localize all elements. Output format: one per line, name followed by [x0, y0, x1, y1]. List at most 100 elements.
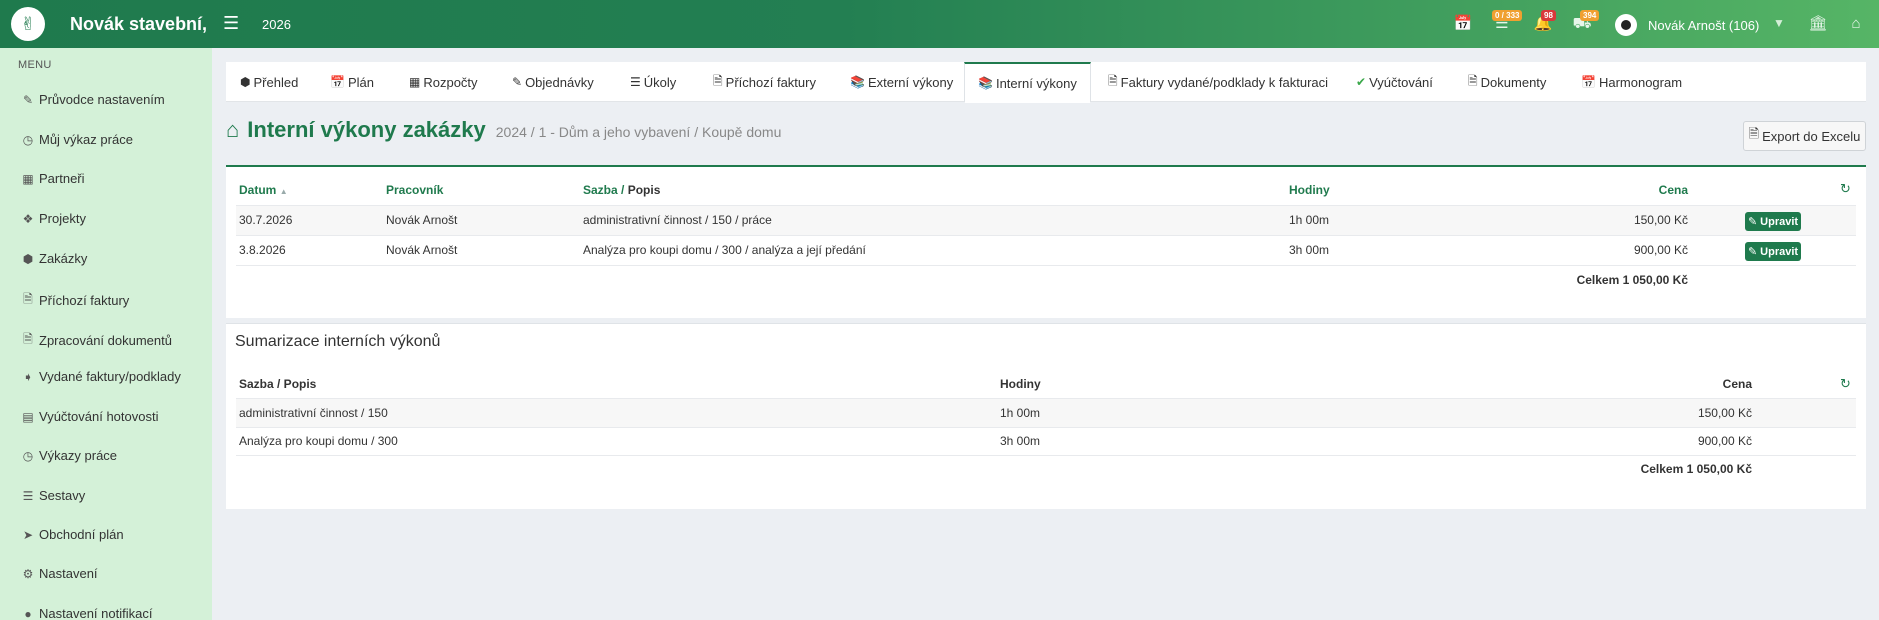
sum-cell-price: 900,00 Kč [1697, 434, 1752, 448]
calendar-icon: 📅 [330, 75, 345, 89]
bank-icon[interactable]: 🏛 [1808, 14, 1828, 34]
sidebar-item-zpracovani-dokumentu[interactable]: 🗎 Zpracování dokumentů [20, 330, 172, 351]
sidebar-item-label: Obchodní plán [39, 527, 124, 542]
tab-bar: ⬢ Přehled 📅 Plán ▦ Rozpočty ✎ Objednávky ☰ Úk… [226, 62, 1866, 103]
sidebar-item-pruvodce[interactable]: ✎ Průvodce nastavením [20, 92, 165, 107]
cell-price: 150,00 Kč [1633, 213, 1688, 227]
sidebar-item-label: Průvodce nastavením [39, 92, 165, 107]
year-selector[interactable]: 2026 [262, 17, 291, 32]
sidebar-item-nastaveni[interactable]: ⚙ Nastavení [20, 566, 98, 581]
menu-label: MENU [18, 59, 52, 71]
sum-cell-description: Analýza pro koupi domu / 300 [239, 434, 398, 448]
tab-prehled[interactable]: ⬢ Přehled [240, 62, 298, 102]
clock-icon: ◷ [22, 132, 34, 147]
sidebar-item-vyuctovani-hotovosti[interactable]: ▤ Vyúčtování hotovosti [20, 409, 158, 424]
sum-col-header-price[interactable]: Cena [1576, 377, 1752, 391]
sidebar: MENU ✎ Průvodce nastavením ◷ Můj výkaz prá… [0, 48, 212, 620]
sidebar-item-partneri[interactable]: ▦ Partneři [20, 171, 85, 186]
brand-name: Novák stavební, [70, 13, 208, 34]
brand[interactable]: ✌ Novák stavební, [0, 0, 212, 48]
sidebar-item-sestavy[interactable]: ☰ Sestavy [20, 488, 86, 503]
document-icon: 🗎 [1468, 73, 1478, 88]
col-header-worker[interactable]: Pracovník [386, 183, 443, 197]
tab-prichozi-faktury[interactable]: 🗎 Příchozí faktury [713, 62, 816, 102]
page-header: ⌂ Interní výkony zakázky 2024 / 1 - Dům … [226, 117, 781, 143]
edit-button[interactable]: ✎ Upravit [1745, 242, 1801, 261]
deliveries-badge: 394 [1580, 10, 1600, 21]
col-header-date[interactable]: Datum ▲ [239, 183, 288, 197]
sum-col-header-rate[interactable]: Sazba / Popis [239, 377, 316, 391]
refresh-icon[interactable]: ↻ [1840, 376, 1851, 392]
sidebar-item-obchodni-plan[interactable]: ➤ Obchodní plán [20, 527, 124, 542]
sum-col-header-hours[interactable]: Hodiny [1000, 377, 1041, 391]
invoice-icon: 🗎 [713, 73, 723, 88]
col-header-hours[interactable]: Hodiny [1289, 183, 1330, 197]
cell-description: Analýza pro koupi domu / 300 / analýza a… [583, 243, 866, 257]
sidebar-item-label: Výkazy práce [39, 448, 118, 463]
chart-icon: ☰ [22, 488, 34, 503]
tab-plan[interactable]: 📅 Plán [330, 62, 374, 102]
summary-panel: Sumarizace interních výkonů Sazba / Popi… [226, 323, 1866, 509]
page-title: Interní výkony zakázky [247, 117, 486, 142]
top-bar: ✌ Novák stavební, ☰ 2026 📅 ☰ 0 / 333 🔔 9… [0, 0, 1879, 48]
truck-icon[interactable]: ⛟ 394 [1572, 10, 1600, 34]
list-icon: ☰ [630, 75, 641, 89]
cell-description: administrativní činnost / 150 / práce [583, 213, 772, 227]
user-menu[interactable]: Novák Arnošt (106) [1615, 14, 1759, 36]
tab-externi-vykony[interactable]: 📚 Externí výkony [850, 62, 953, 102]
summary-total: Celkem 1 050,00 Kč [1640, 462, 1752, 476]
sum-cell-hours: 3h 00m [1000, 434, 1041, 448]
pencil-icon: ✎ [1747, 246, 1758, 258]
internal-work-table: Datum ▲ Pracovník Sazba / Popis Hodiny C… [226, 165, 1866, 318]
tasks-badge: 0 / 333 [1492, 10, 1523, 21]
sidebar-item-muj-vykaz[interactable]: ◷ Můj výkaz práce [20, 132, 133, 147]
sort-asc-icon: ▲ [279, 187, 288, 196]
avatar [1615, 14, 1637, 36]
tab-harmonogram[interactable]: 📅 Harmonogram [1581, 62, 1682, 102]
table-total: Celkem 1 050,00 Kč [1576, 273, 1688, 287]
divider [236, 235, 1856, 236]
sidebar-item-nastaveni-notifikaci[interactable]: ● Nastavení notifikací [20, 606, 152, 620]
cube-icon: ⬢ [22, 251, 34, 266]
tab-dokumenty[interactable]: 🗎 Dokumenty [1468, 62, 1546, 102]
sidebar-item-label: Příchozí faktury [39, 293, 130, 308]
sidebar-item-vydane-faktury[interactable]: ➧ Vydané faktury/podklady [20, 369, 181, 384]
chevron-down-icon[interactable]: ▼ [1773, 16, 1785, 30]
bell-icon[interactable]: 🔔 98 [1533, 10, 1556, 34]
edit-button[interactable]: ✎ Upravit [1745, 212, 1801, 231]
sidebar-item-label: Partneři [39, 171, 85, 186]
tab-ukoly[interactable]: ☰ Úkoly [630, 62, 676, 102]
sidebar-item-label: Vydané faktury/podklady [39, 369, 181, 384]
col-header-price[interactable]: Cena [1526, 183, 1688, 197]
sidebar-item-label: Vyúčtování hotovosti [39, 409, 159, 424]
cube-icon: ⬢ [240, 75, 251, 89]
tab-faktury-vydane[interactable]: 🗎 Faktury vydané/podklady k fakturaci [1108, 62, 1328, 102]
cogs-icon: ⚙ [22, 566, 34, 581]
cell-hours: 1h 00m [1289, 213, 1330, 227]
sidebar-item-projekty[interactable]: ❖ Projekty [20, 211, 86, 226]
home-icon[interactable]: ⌂ [1846, 14, 1866, 34]
tab-interni-vykony[interactable]: 📚 Interní výkony [964, 62, 1091, 103]
refresh-icon[interactable]: ↻ [1840, 181, 1851, 197]
building-icon: ▦ [22, 171, 34, 186]
tab-rozpocty[interactable]: ▦ Rozpočty [409, 62, 478, 102]
pencil-icon: ✎ [22, 92, 34, 107]
cell-date: 30.7.2026 [239, 213, 293, 227]
cell-worker: Novák Arnošt [386, 243, 458, 257]
sidebar-item-label: Zakázky [39, 251, 88, 266]
sidebar-item-zakazky[interactable]: ⬢ Zakázky [20, 251, 88, 266]
col-header-rate[interactable]: Sazba / Popis [583, 183, 660, 197]
export-excel-button[interactable]: 🗎 Export do Excelu [1743, 121, 1866, 151]
sidebar-item-vykazy-prace[interactable]: ◷ Výkazy práce [20, 448, 117, 463]
cell-price: 900,00 Kč [1633, 243, 1688, 257]
tab-objednavky[interactable]: ✎ Objednávky [512, 62, 594, 102]
summary-title: Sumarizace interních výkonů [235, 333, 441, 350]
tab-vyuctovani[interactable]: ✔ Vyúčtování [1356, 62, 1433, 102]
calendar-icon[interactable]: 📅 [1453, 14, 1473, 34]
tasks-icon[interactable]: ☰ 0 / 333 [1492, 10, 1523, 34]
books-icon: 📚 [978, 76, 993, 90]
hamburger-menu-icon[interactable]: ☰ [223, 13, 239, 34]
sidebar-item-prichozi-faktury[interactable]: 🗎 Příchozí faktury [20, 290, 129, 311]
sidebar-item-label: Můj výkaz práce [39, 132, 133, 147]
file-icon: 🗎 [23, 332, 33, 346]
